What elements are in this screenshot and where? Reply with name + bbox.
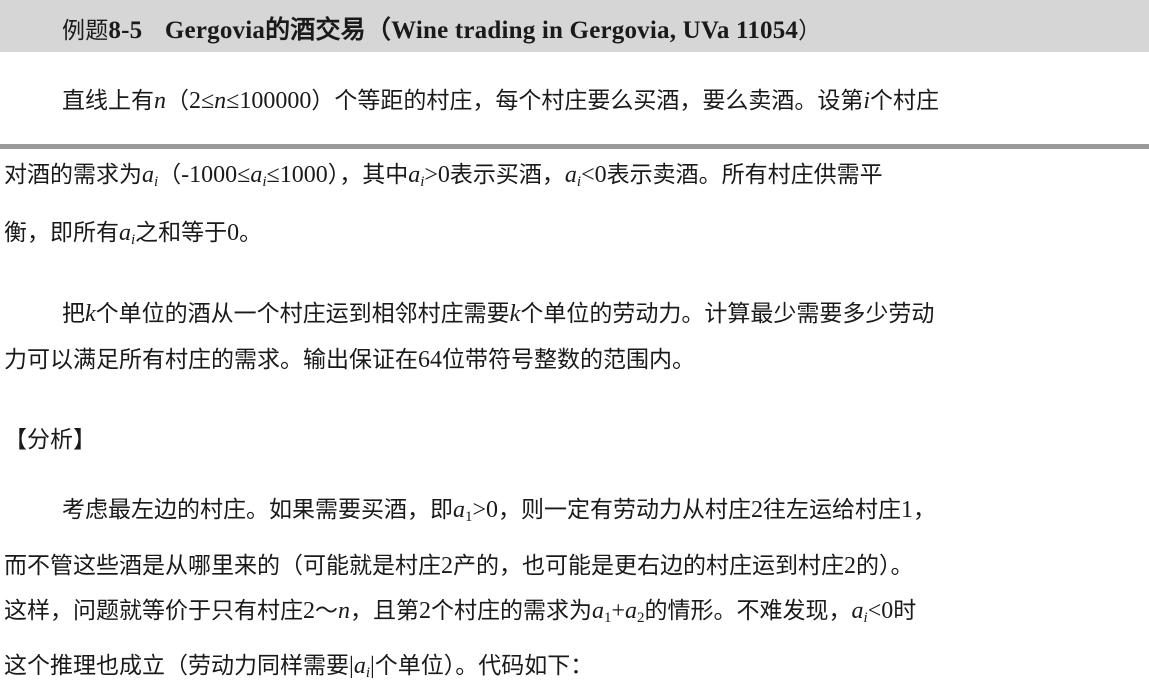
- var-a: a: [592, 598, 604, 624]
- inequality: <0: [867, 598, 894, 624]
- inequality: >0: [424, 162, 450, 188]
- var-a: a: [453, 497, 465, 523]
- number: 0: [227, 220, 240, 246]
- text: 产的，也可能是更右边的村庄运到村庄: [453, 553, 844, 579]
- paragraph-2-line-1: 对酒的需求为ai（-1000≤ai≤1000），其中ai>0表示买酒，ai<0表…: [4, 159, 883, 191]
- text: ，且第: [350, 598, 419, 624]
- var-a: a: [119, 220, 131, 246]
- paragraph-3-line-2: 力可以满足所有村庄的需求。输出保证在64位带符号整数的范围内。: [4, 344, 695, 376]
- text: 直线上有: [62, 88, 154, 114]
- text: ，: [913, 497, 937, 523]
- number: 2: [751, 497, 764, 523]
- text: 之和等于: [135, 220, 228, 246]
- subscript-1: 1: [465, 509, 473, 525]
- var-a: a: [564, 162, 577, 188]
- text: 个单位）。代码如下：: [374, 653, 594, 679]
- inequality: <0: [581, 162, 607, 188]
- text: 对酒的需求为: [4, 162, 142, 188]
- number: 2: [441, 553, 453, 579]
- text: ）个等距的村庄，每个村庄要么买酒，要么卖酒。设第: [311, 88, 864, 114]
- title-close: ）: [798, 18, 822, 44]
- text: 这个推理也成立（劳动力同样需要: [4, 653, 349, 679]
- tilde: ～: [315, 598, 338, 624]
- var-k: k: [509, 301, 521, 327]
- number: 64: [418, 347, 442, 373]
- paragraph-4-line-2: 而不管这些酒是从哪里来的（可能就是村庄2产的，也可能是更右边的村庄运到村庄2的）…: [4, 550, 914, 582]
- text: 把: [62, 301, 85, 327]
- text: （: [158, 162, 182, 188]
- number: 2: [844, 553, 856, 579]
- title-label: 例题: [62, 18, 109, 44]
- number: 1: [901, 497, 914, 523]
- range-high: ≤1000: [266, 162, 328, 188]
- text: （: [166, 88, 189, 114]
- text: 个单位的劳动力。计算最少需要多少劳动: [520, 301, 935, 327]
- text: ，则一定有劳动力从村庄: [498, 497, 752, 523]
- var-a: a: [353, 653, 366, 679]
- title-name-en: Wine trading in Gergovia, UVa 11054: [391, 17, 799, 44]
- paragraph-4-line-1: 考虑最左边的村庄。如果需要买酒，即a1>0，则一定有劳动力从村庄2往左运给村庄1…: [62, 494, 936, 526]
- title-number: 8-5: [108, 17, 143, 44]
- text: 衡，即所有: [4, 220, 119, 246]
- var-a: a: [250, 162, 263, 188]
- text: 位带符号整数的范围内。: [442, 347, 695, 373]
- subscript-1: 1: [604, 610, 612, 626]
- text: ），其中: [327, 162, 409, 188]
- var-a: a: [142, 162, 154, 188]
- text: 个村庄: [870, 88, 940, 114]
- var-i: i: [863, 88, 871, 114]
- paragraph-3-line-1: 把k个单位的酒从一个村庄运到相邻村庄需要k个单位的劳动力。计算最少需要多少劳动: [62, 298, 934, 330]
- text: 个村庄的需求为: [431, 598, 592, 624]
- text: 而不管这些酒是从哪里来的（可能就是村庄: [4, 553, 441, 579]
- title-name-cn: Gergovia的酒交易（: [164, 17, 392, 44]
- var-n: n: [338, 598, 350, 624]
- number: 2: [303, 598, 315, 624]
- paragraph-2-line-2: 衡，即所有ai之和等于0。: [4, 217, 262, 249]
- text: 个单位的酒从一个村庄运到相邻村庄需要: [95, 301, 510, 327]
- text: 这样，问题就等价于只有村庄: [4, 598, 303, 624]
- page-divider: [0, 144, 1149, 149]
- plus: +: [611, 598, 626, 624]
- paragraph-4-line-4: 这个推理也成立（劳动力同样需要|ai|个单位）。代码如下：: [4, 650, 593, 682]
- text: 往左运给村庄: [763, 497, 902, 523]
- section-heading: 【分析】: [4, 427, 96, 453]
- inequality: >0: [472, 497, 499, 523]
- text: 。: [239, 220, 263, 246]
- number: 2: [419, 598, 431, 624]
- range-high: ≤100000: [226, 88, 312, 114]
- var-a: a: [625, 598, 638, 624]
- range-low: 2≤: [189, 88, 215, 114]
- var-a: a: [851, 598, 864, 624]
- var-n: n: [154, 88, 166, 114]
- range-low: -1000≤: [181, 162, 251, 188]
- example-title: 例题8-5 Gergovia的酒交易（Wine trading in Gergo…: [62, 10, 821, 46]
- text: 表示卖酒。所有村庄供需平: [606, 162, 883, 188]
- paragraph-1-line-1: 直线上有n（2≤n≤100000）个等距的村庄，每个村庄要么买酒，要么卖酒。设第…: [62, 85, 939, 117]
- text: 时: [893, 598, 917, 624]
- text: 力可以满足所有村庄的需求。输出保证在: [4, 347, 418, 373]
- var-n: n: [214, 88, 227, 114]
- var-a: a: [408, 162, 421, 188]
- paragraph-4-line-3: 这样，问题就等价于只有村庄2～n，且第2个村庄的需求为a1+a2的情形。不难发现…: [4, 595, 916, 627]
- text: 表示买酒，: [449, 162, 565, 188]
- subscript-2: 2: [637, 610, 645, 626]
- var-k: k: [85, 301, 96, 327]
- text: 的）。: [856, 553, 914, 579]
- text: 的情形。不难发现，: [644, 598, 852, 624]
- text: 考虑最左边的村庄。如果需要买酒，即: [62, 497, 453, 523]
